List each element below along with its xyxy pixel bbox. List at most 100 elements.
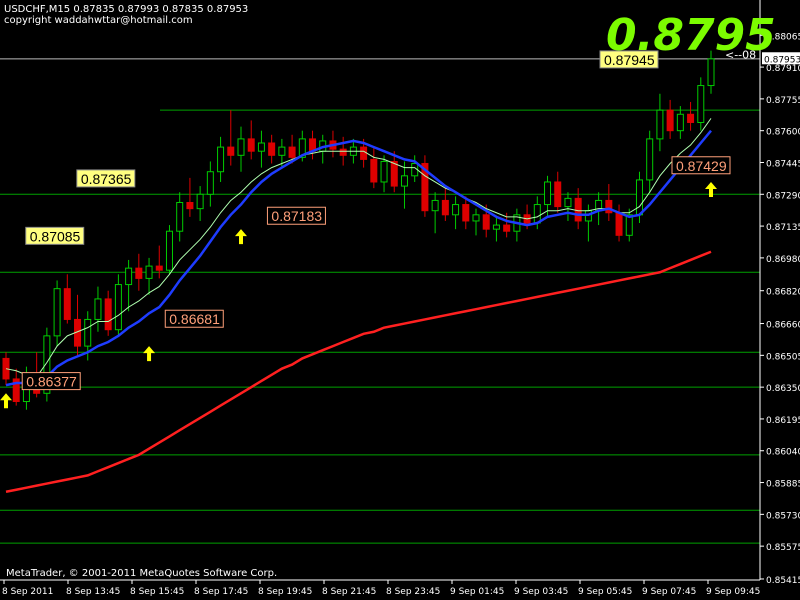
- label-text: 0.87365: [81, 171, 132, 187]
- candle-body: [268, 142, 276, 156]
- candle-body: [646, 138, 654, 181]
- candle-body: [247, 138, 255, 152]
- low-price-label: 0.87429: [671, 156, 731, 175]
- candle-body: [288, 146, 296, 158]
- price-tick-label: 0.86350: [766, 384, 800, 394]
- candle-body: [441, 199, 449, 216]
- time-tick-label: 8 Sep 23:45: [386, 587, 440, 597]
- price-tick-label: 0.86820: [766, 288, 800, 298]
- candle-body: [84, 318, 92, 347]
- time-tick-label: 9 Sep 03:45: [514, 587, 568, 597]
- metatrader-footer: MetaTrader, © 2001-2011 MetaQuotes Softw…: [6, 568, 278, 579]
- candle-body: [125, 267, 133, 286]
- label-text: 0.87429: [676, 158, 727, 174]
- signal-arrows: [0, 181, 717, 409]
- candle-body: [114, 284, 122, 331]
- candle-body: [574, 197, 582, 222]
- candle-body: [135, 267, 143, 279]
- candle-body: [360, 146, 368, 160]
- moving-average-line: [5, 129, 712, 387]
- price-tick-label: 0.86980: [766, 255, 800, 265]
- price-tick-label: 0.85730: [766, 511, 800, 521]
- signal-up-arrow: [0, 393, 12, 409]
- price-tick-label: 0.85575: [766, 543, 800, 553]
- candle-body: [339, 148, 347, 156]
- candle-body: [370, 158, 378, 183]
- candle-body: [227, 146, 235, 156]
- candle-body: [186, 201, 194, 210]
- candle-body: [155, 265, 163, 271]
- candle-body: [390, 160, 398, 187]
- price-tick-label: 0.86040: [766, 448, 800, 458]
- candle-body: [472, 214, 480, 222]
- price-tick-label: 0.87910: [766, 64, 800, 74]
- low-price-label: 0.86377: [21, 372, 81, 391]
- candle-body: [554, 181, 562, 208]
- candle-body: [544, 181, 552, 206]
- high-price-label: 0.87365: [76, 169, 136, 188]
- candle-body: [217, 146, 225, 173]
- horizontal-levels: [0, 58, 760, 544]
- time-tick-label: 8 Sep 13:45: [66, 587, 120, 597]
- high-price-label: 0.87085: [25, 226, 85, 245]
- candle-body: [635, 179, 643, 216]
- candle-body: [666, 109, 674, 132]
- candle-body: [400, 175, 408, 187]
- time-tick-label: 8 Sep 2011: [2, 587, 53, 597]
- low-price-label: 0.86681: [164, 309, 224, 328]
- candle-body: [278, 146, 286, 156]
- candle-body: [63, 288, 71, 320]
- candle-body: [145, 265, 153, 279]
- price-labels: 0.873650.870850.879450.863770.866810.871…: [21, 50, 731, 391]
- moving-average-line: [5, 118, 712, 378]
- candle-body: [257, 142, 265, 152]
- time-tick-label: 9 Sep 05:45: [578, 587, 632, 597]
- label-text: 0.87085: [30, 228, 81, 244]
- candle-body: [503, 224, 511, 232]
- price-tick-label: 0.87600: [766, 128, 800, 138]
- candle-body: [687, 113, 695, 123]
- price-tick-label: 0.85885: [766, 480, 800, 490]
- label-text: 0.86681: [169, 311, 220, 327]
- candle-body: [176, 201, 184, 232]
- candle-body: [380, 160, 388, 183]
- time-tick-label: 9 Sep 07:45: [642, 587, 696, 597]
- low-price-label: 0.87183: [266, 206, 326, 225]
- candle-body: [53, 288, 61, 337]
- candle-body: [605, 199, 613, 214]
- candle-body: [206, 171, 214, 195]
- price-tick-label: 0.87290: [766, 191, 800, 201]
- price-tick-label: 0.87135: [766, 223, 800, 233]
- candle-body: [462, 204, 470, 222]
- time-tick-label: 8 Sep 15:45: [130, 587, 184, 597]
- time-tick-label: 8 Sep 21:45: [322, 587, 376, 597]
- moving-average-line: [5, 250, 712, 494]
- label-text: 0.86377: [26, 374, 77, 390]
- copyright-header: copyright waddahwttar@hotmail.com: [4, 15, 193, 26]
- price-chart: 0.873650.870850.879450.863770.866810.871…: [0, 0, 800, 597]
- candle-body: [196, 193, 204, 210]
- candle-body: [452, 204, 460, 216]
- candle-body: [707, 58, 715, 87]
- candle-body: [615, 212, 623, 236]
- price-tick-label: 0.86660: [766, 321, 800, 331]
- time-tick-label: 9 Sep 09:45: [706, 587, 760, 597]
- price-tick-label: 0.86195: [766, 416, 800, 426]
- candle-body: [94, 298, 102, 320]
- current-price-big: 0.8795: [606, 10, 776, 61]
- candle-body: [533, 204, 541, 224]
- candle-body: [482, 214, 490, 230]
- candle-body: [676, 113, 684, 132]
- symbol-ohlc-header: USDCHF,M15 0.87835 0.87993 0.87835 0.879…: [4, 4, 249, 15]
- price-tick-label: 0.87755: [766, 96, 800, 106]
- candle-body: [104, 298, 112, 331]
- candle-body: [165, 230, 173, 271]
- candle-body: [564, 197, 572, 208]
- signal-up-arrow: [235, 229, 247, 245]
- candle-body: [237, 138, 245, 156]
- price-tick-label: 0.87445: [766, 159, 800, 169]
- time-tick-label: 8 Sep 17:45: [194, 587, 248, 597]
- signal-up-arrow: [143, 346, 156, 362]
- time-axis: 8 Sep 2011 8 Sep 13:45 8 Sep 15:45 8 Sep 17…: [2, 580, 760, 597]
- price-tick-label: 0.85415: [766, 576, 800, 586]
